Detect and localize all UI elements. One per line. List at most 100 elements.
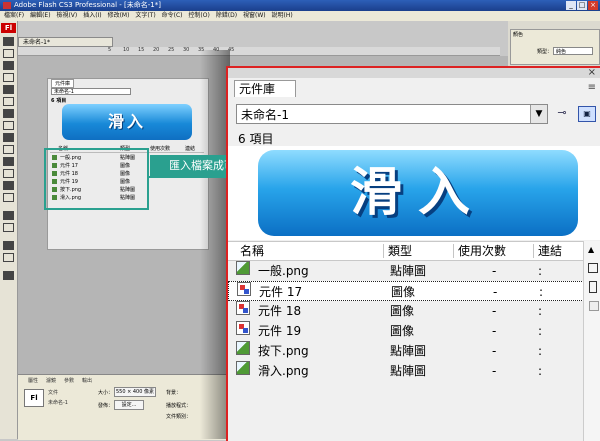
ink-bottle-tool-icon[interactable] <box>3 157 14 166</box>
close-button[interactable]: × <box>588 1 598 10</box>
menu-commands[interactable]: 命令(C) <box>162 11 183 21</box>
menu-bar: 檔案(F) 編輯(E) 檢視(V) 插入(I) 修改(M) 文字(T) 命令(C… <box>0 11 600 21</box>
library-item-row[interactable]: 元件 19 圖像 - : <box>228 321 584 341</box>
library-document-select[interactable]: 未命名-1 ▼ <box>236 104 548 124</box>
close-icon[interactable]: × <box>588 67 596 78</box>
pencil-tool-icon[interactable] <box>3 133 14 142</box>
tab-parameters[interactable]: 參數 <box>64 378 74 384</box>
eyedropper-tool-icon[interactable] <box>3 181 14 190</box>
menu-text[interactable]: 文字(T) <box>135 11 155 21</box>
library-item-count: 6 項目 <box>238 132 274 146</box>
frame-number: 45 <box>228 47 235 53</box>
small-library-tab[interactable]: 元件庫 <box>51 79 75 88</box>
library-side-toolbar: ▲ <box>583 241 600 441</box>
menu-file[interactable]: 檔案(F) <box>4 11 24 21</box>
item-linkage: : <box>538 324 543 338</box>
header-linkage[interactable]: 連結 <box>538 242 562 260</box>
item-name: 元件 18 <box>258 304 302 318</box>
document-size-button[interactable]: 550 × 400 像素 <box>114 387 156 397</box>
background-label: 背景： <box>166 390 182 396</box>
small-library-selector[interactable]: 未命名-1 <box>51 88 131 95</box>
tab-output[interactable]: 輸出 <box>82 378 92 384</box>
panel-options-icon[interactable]: ≡ <box>588 82 596 93</box>
library-panel-topbar <box>228 68 600 78</box>
hand-tool-icon[interactable] <box>3 211 14 220</box>
text-tool-icon[interactable] <box>3 97 14 106</box>
item-name: 元件 19 <box>258 324 302 338</box>
menu-insert[interactable]: 插入(I) <box>83 11 101 21</box>
player-label: 播放程式： <box>166 403 192 409</box>
document-name: 未命名-1 <box>48 400 68 406</box>
line-tool-icon[interactable] <box>3 109 14 118</box>
column-divider <box>533 244 534 258</box>
header-use-count[interactable]: 使用次數 <box>150 145 170 152</box>
title-bar: Adobe Flash CS3 Professional - [未命名-1*] … <box>0 0 600 11</box>
brush-tool-icon[interactable] <box>3 145 14 154</box>
item-type: 點陣圖 <box>390 364 427 378</box>
menu-help[interactable]: 說明(H) <box>272 11 293 21</box>
lasso-tool-icon[interactable] <box>3 73 14 82</box>
timeline[interactable]: 51015202530354045 <box>18 47 500 56</box>
document-info: 文件 未命名-1 <box>48 388 68 408</box>
menu-window[interactable]: 視窗(W) <box>243 11 266 21</box>
rectangle-tool-icon[interactable] <box>3 121 14 130</box>
maximize-button[interactable]: □ <box>577 1 587 10</box>
menu-debug[interactable]: 除錯(D) <box>216 11 237 21</box>
publish-settings-button[interactable]: 設定... <box>114 400 144 410</box>
wide-view-icon[interactable] <box>588 263 598 273</box>
header-name[interactable]: 名稱 <box>240 242 264 260</box>
window-controls: _ □ × <box>566 1 598 10</box>
library-column-header: 名稱 類型 使用次數 連結 <box>228 241 600 261</box>
narrow-view-icon[interactable] <box>589 281 597 293</box>
library-tab[interactable]: 元件庫 <box>234 80 296 97</box>
color-type-select[interactable]: 純色 <box>553 47 593 55</box>
sort-order-icon[interactable] <box>589 301 599 311</box>
library-item-row-selected[interactable]: 元件 17 圖像 - : <box>228 281 584 301</box>
library-item-row[interactable]: 一般.png 點陣圖 - : <box>228 261 584 281</box>
selection-tool-icon[interactable] <box>3 37 14 46</box>
item-use-count: - <box>492 264 497 278</box>
library-tab-label: 元件庫 <box>239 82 276 96</box>
zoom-tool-icon[interactable] <box>3 223 14 232</box>
pin-library-icon[interactable]: ⊸ <box>554 106 570 122</box>
item-use-count: - <box>493 285 498 299</box>
menu-control[interactable]: 控制(O) <box>188 11 209 21</box>
tab-properties[interactable]: 屬性 <box>28 378 38 384</box>
color-panel-tab[interactable]: 顏色 <box>513 31 523 38</box>
subselection-tool-icon[interactable] <box>3 49 14 58</box>
chevron-down-icon[interactable]: ▼ <box>530 105 547 123</box>
color-panel: 顏色 類型： 純色 <box>510 29 600 65</box>
menu-view[interactable]: 檢視(V) <box>56 11 77 21</box>
window-title: Adobe Flash CS3 Professional - [未命名-1*] <box>14 1 161 9</box>
header-type[interactable]: 類型 <box>388 242 412 260</box>
eraser-tool-icon[interactable] <box>3 193 14 202</box>
item-use-count: - <box>492 304 497 318</box>
new-library-panel-icon[interactable]: ▣ <box>578 106 596 122</box>
pen-tool-icon[interactable] <box>3 85 14 94</box>
menu-modify[interactable]: 修改(M) <box>108 11 130 21</box>
item-name: 按下.png <box>258 344 309 358</box>
document-icon: Fl <box>24 389 44 407</box>
document-class-label: 文件類別： <box>166 414 192 420</box>
stroke-color-icon[interactable] <box>3 241 14 250</box>
header-use-count[interactable]: 使用次數 <box>458 242 506 260</box>
library-item-row[interactable]: 滑入.png 點陣圖 - : <box>228 361 584 381</box>
graphic-icon <box>236 301 250 315</box>
paint-bucket-tool-icon[interactable] <box>3 169 14 178</box>
minimize-button[interactable]: _ <box>566 1 576 10</box>
bitmap-icon <box>236 341 250 355</box>
graphic-icon <box>236 321 250 335</box>
tab-filters[interactable]: 濾鏡 <box>46 378 56 384</box>
header-linkage[interactable]: 連結 <box>185 145 195 152</box>
snap-option-icon[interactable] <box>3 271 14 280</box>
item-name: 滑入.png <box>258 364 309 378</box>
library-item-row[interactable]: 元件 18 圖像 - : <box>228 301 584 321</box>
library-item-row[interactable]: 按下.png 點陣圖 - : <box>228 341 584 361</box>
fill-color-icon[interactable] <box>3 253 14 262</box>
color-type-label: 類型： <box>537 49 553 55</box>
scroll-up-icon[interactable]: ▲ <box>588 245 594 254</box>
free-transform-tool-icon[interactable] <box>3 61 14 70</box>
properties-tabs: 屬性 濾鏡 參數 輸出 <box>28 377 100 384</box>
menu-edit[interactable]: 編輯(E) <box>30 11 50 21</box>
document-tab[interactable]: 未命名-1* <box>18 37 113 47</box>
